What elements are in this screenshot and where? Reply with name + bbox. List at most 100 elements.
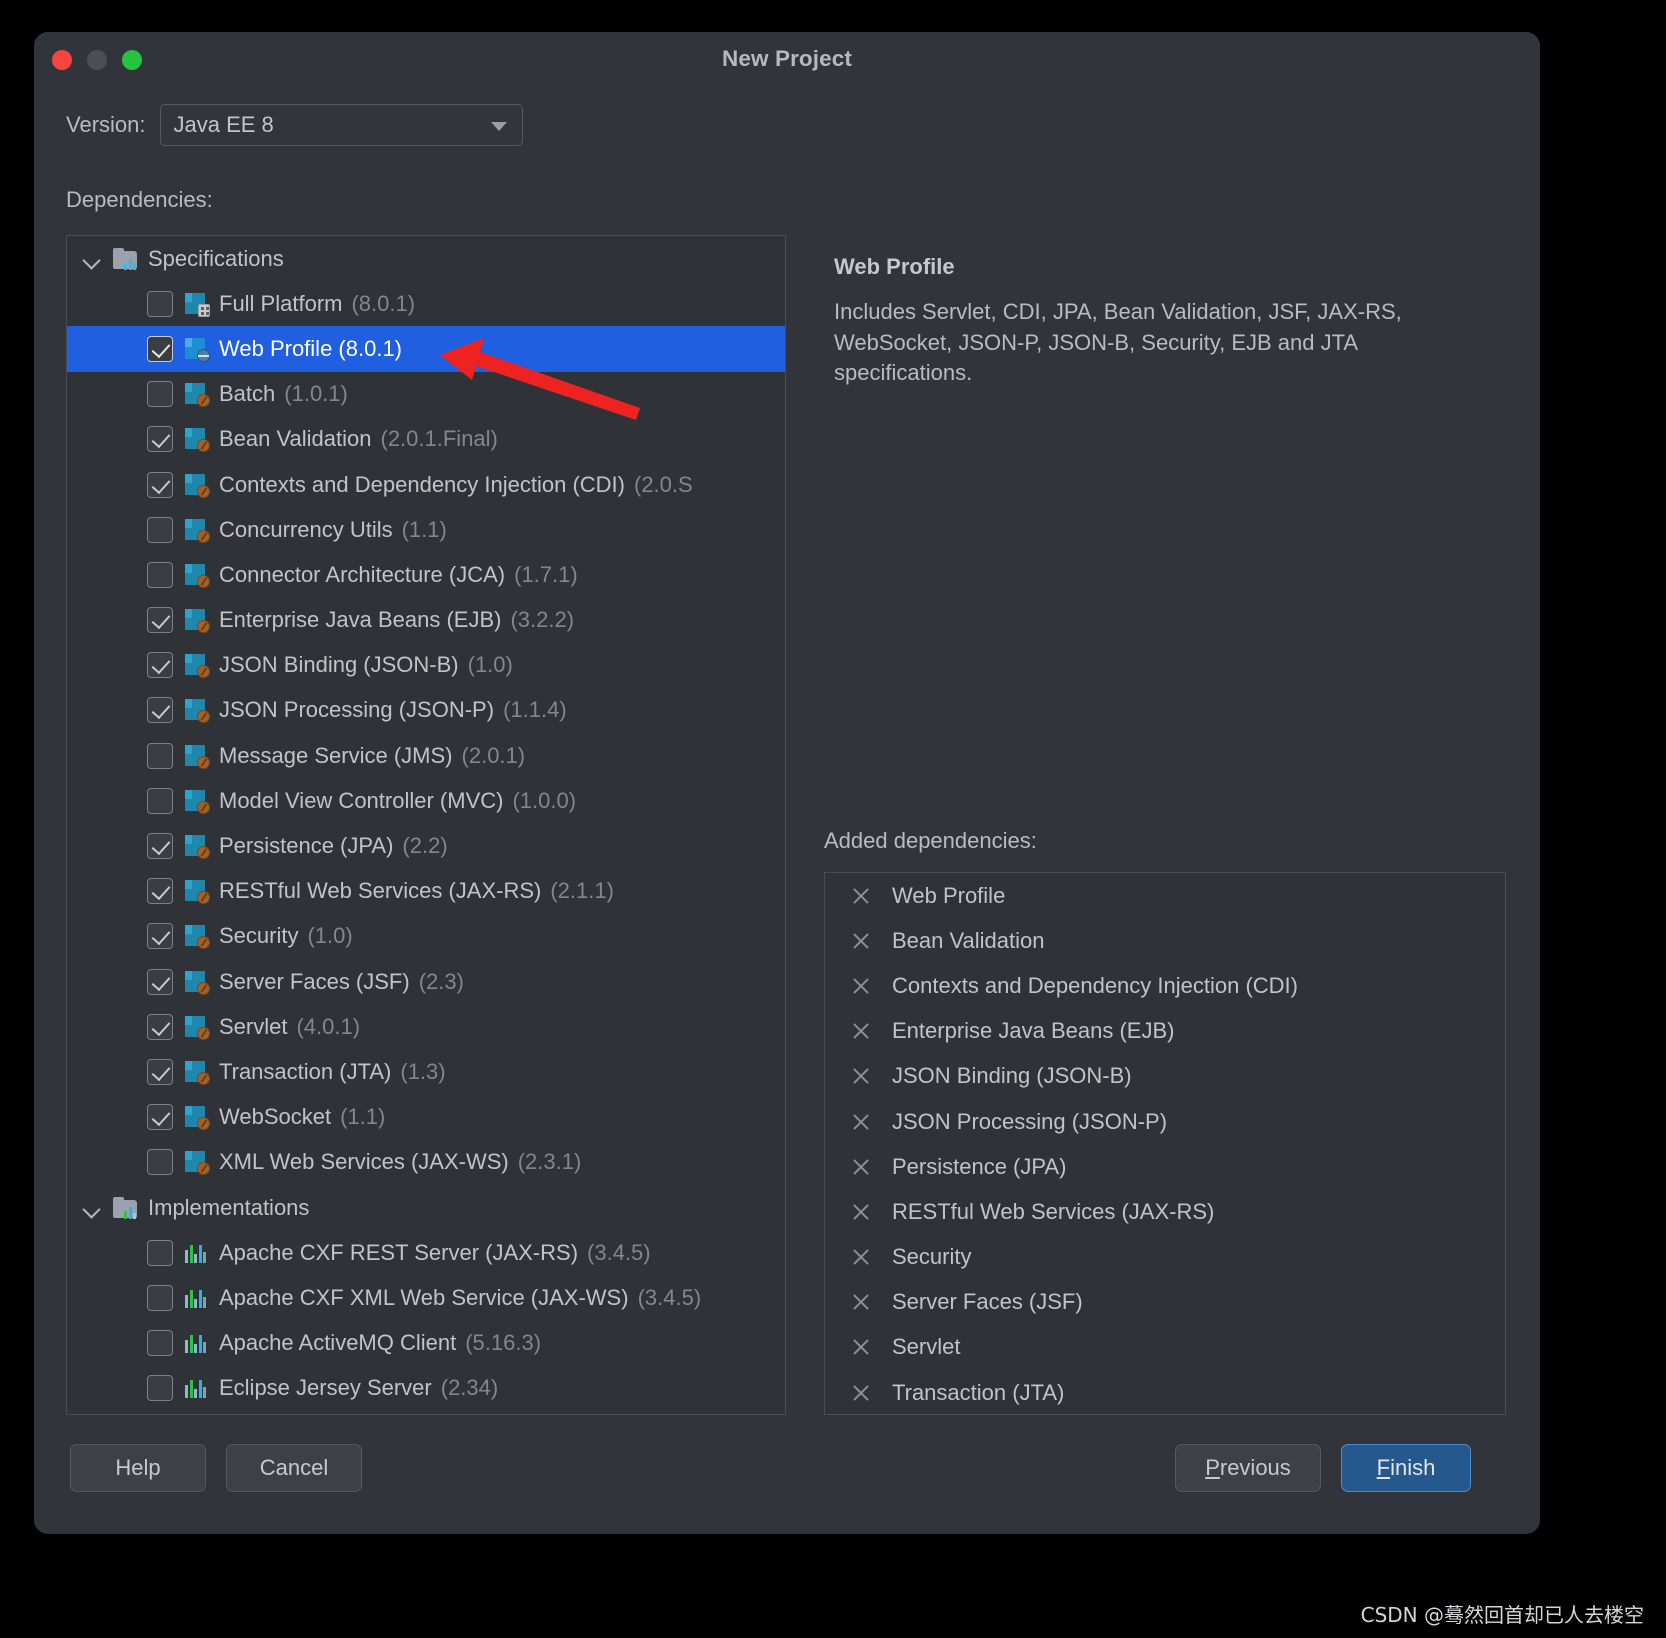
added-dependency-row[interactable]: Server Faces (JSF) [825,1280,1505,1325]
tree-item[interactable]: Connector Architecture (JCA) (1.7.1) [67,552,785,597]
tree-item[interactable]: Enterprise Java Beans (EJB) (3.2.2) [67,598,785,643]
tree-item-label: Enterprise Java Beans (EJB) [219,607,502,633]
remove-icon[interactable] [850,1065,872,1087]
checkbox[interactable] [147,1013,173,1040]
new-project-dialog: New Project Version: Java EE 8 Dependenc… [34,32,1540,1534]
spec-icon [184,381,210,408]
finish-button[interactable]: Finish [1341,1444,1471,1492]
cancel-button[interactable]: Cancel [226,1444,362,1492]
tree-item[interactable]: XML Web Services (JAX-WS) (2.3.1) [67,1140,785,1185]
tree-item[interactable]: Model View Controller (MVC) (1.0.0) [67,778,785,823]
spec-icon [184,562,210,588]
checkbox[interactable] [147,968,173,995]
checkbox[interactable] [147,1149,173,1176]
spec-web-icon [184,336,210,362]
checkbox[interactable] [147,833,173,860]
tree-item[interactable]: Eclipse Jersey Server (2.34) [67,1366,785,1411]
remove-icon[interactable] [850,1201,872,1223]
spec-icon [184,969,210,995]
screenshot-root: New Project Version: Java EE 8 Dependenc… [0,0,1666,1638]
remove-icon[interactable] [850,1291,872,1313]
tree-group-specifications[interactable]: Specifications [67,236,785,281]
tree-item[interactable]: Apache CXF REST Server (JAX-RS) (3.4.5) [67,1230,785,1275]
added-dependency-row[interactable]: Security [825,1235,1505,1280]
tree-item[interactable]: Concurrency Utils (1.1) [67,507,785,552]
added-dependency-row[interactable]: Contexts and Dependency Injection (CDI) [825,963,1505,1008]
tree-item-label: XML Web Services (JAX-WS) [219,1149,509,1175]
checkbox[interactable] [147,335,173,362]
added-dependencies-list[interactable]: Web Profile Bean Validation Contexts and D… [824,872,1506,1415]
tree-item[interactable]: Bean Validation (2.0.1.Final) [67,417,785,462]
added-dependency-row[interactable]: JSON Binding (JSON-B) [825,1054,1505,1099]
remove-icon[interactable] [850,1020,872,1042]
remove-icon[interactable] [850,1111,872,1133]
tree-group-label: Implementations [148,1194,310,1220]
version-select[interactable]: Java EE 8 [159,104,523,146]
checkbox[interactable] [147,1058,173,1085]
added-dependency-row[interactable]: Enterprise Java Beans (EJB) [825,1009,1505,1054]
chevron-down-icon[interactable] [81,248,103,270]
tree-item[interactable]: Full Platform (8.0.1) [67,281,785,326]
checkbox[interactable] [147,878,173,905]
chevron-down-icon[interactable] [81,1197,103,1219]
checkbox[interactable] [147,697,173,724]
added-dependency-row[interactable]: Servlet [825,1325,1505,1370]
checkbox[interactable] [147,1284,173,1311]
tree-item[interactable]: Transaction (JTA) (1.3) [67,1049,785,1094]
remove-icon[interactable] [850,1336,872,1358]
added-dependency-row[interactable]: Web Profile [825,873,1505,918]
checkbox[interactable] [147,1330,173,1357]
tree-item[interactable]: JSON Processing (JSON-P) (1.1.4) [67,688,785,733]
tree-item[interactable]: Apache ActiveMQ Client (5.16.3) [67,1321,785,1366]
tree-item-version: (2.2) [402,833,448,859]
tree-group-implementations[interactable]: Implementations [67,1185,785,1230]
tree-item-version: (2.3) [418,968,464,994]
help-button[interactable]: Help [70,1444,206,1492]
checkbox[interactable] [147,426,173,453]
checkbox[interactable] [147,607,173,634]
checkbox[interactable] [147,381,173,408]
tree-item[interactable]: Message Service (JMS) (2.0.1) [67,733,785,778]
remove-icon[interactable] [850,1382,872,1404]
tree-item-label: Persistence (JPA) [219,833,394,859]
checkbox[interactable] [147,923,173,950]
tree-item[interactable]: JSON Binding (JSON-B) (1.0) [67,643,785,688]
remove-icon[interactable] [850,885,872,907]
tree-item[interactable]: Server Faces (JSF) (2.3) [67,959,785,1004]
added-dependency-row[interactable]: Transaction (JTA) [825,1370,1505,1414]
spec-icon [184,743,210,769]
checkbox[interactable] [147,1375,173,1402]
tree-item[interactable]: Batch (1.0.1) [67,372,785,417]
dependencies-tree[interactable]: Specifications Full Platform (8.0.1) Web Pr… [66,235,786,1415]
tree-item-label: RESTful Web Services (JAX-RS) [219,878,542,904]
checkbox[interactable] [147,290,173,317]
remove-icon[interactable] [850,1246,872,1268]
checkbox[interactable] [147,1239,173,1266]
checkbox[interactable] [147,787,173,814]
checkbox[interactable] [147,516,173,543]
checkbox[interactable] [147,471,173,498]
spec-icon [184,1059,210,1085]
tree-item[interactable]: Security (1.0) [67,914,785,959]
tree-item[interactable]: Persistence (JPA) (2.2) [67,823,785,868]
remove-icon[interactable] [850,1156,872,1178]
added-dependency-row[interactable]: Persistence (JPA) [825,1144,1505,1189]
previous-button[interactable]: Previous [1175,1444,1321,1492]
checkbox[interactable] [147,1104,173,1131]
remove-icon[interactable] [850,975,872,997]
added-dependency-row[interactable]: JSON Processing (JSON-P) [825,1099,1505,1144]
checkbox[interactable] [147,561,173,588]
tree-item[interactable]: WebSocket (1.1) [67,1095,785,1140]
tree-item[interactable]: Servlet (4.0.1) [67,1004,785,1049]
remove-icon[interactable] [850,930,872,952]
tree-item[interactable]: Apache CXF XML Web Service (JAX-WS) (3.4.… [67,1275,785,1320]
added-dependency-row[interactable]: RESTful Web Services (JAX-RS) [825,1189,1505,1234]
checkbox[interactable] [147,652,173,679]
tree-item[interactable]: Contexts and Dependency Injection (CDI) (… [67,462,785,507]
tree-item[interactable]: RESTful Web Services (JAX-RS) (2.1.1) [67,869,785,914]
tree-item[interactable]: Web Profile (8.0.1) [67,326,785,372]
tree-item-version: (3.2.2) [510,607,575,633]
added-dependency-row[interactable]: Bean Validation [825,918,1505,963]
tree-item-label: Contexts and Dependency Injection (CDI) [219,471,625,497]
checkbox[interactable] [147,742,173,769]
